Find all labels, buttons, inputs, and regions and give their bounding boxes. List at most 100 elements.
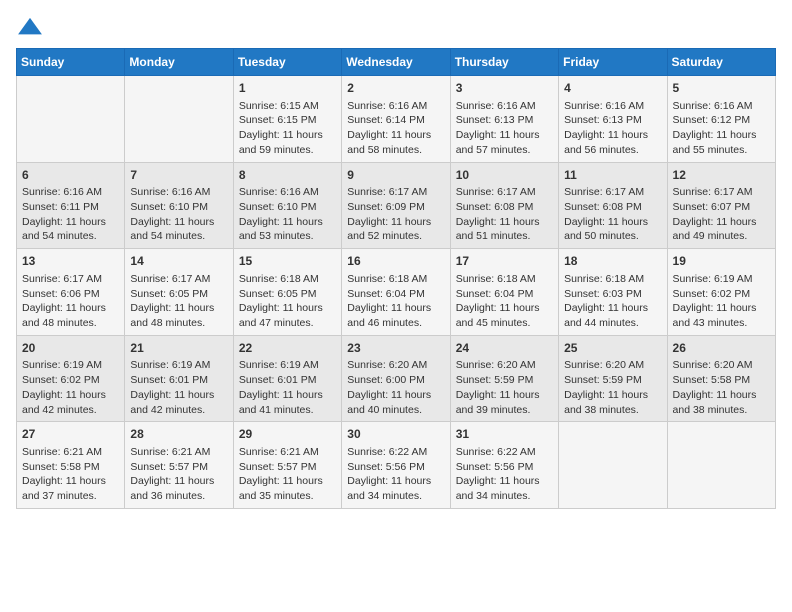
day-detail: Sunset: 5:58 PM bbox=[22, 460, 119, 475]
day-detail: Daylight: 11 hours and 58 minutes. bbox=[347, 128, 444, 157]
day-detail: Daylight: 11 hours and 36 minutes. bbox=[130, 474, 227, 503]
day-detail: Daylight: 11 hours and 54 minutes. bbox=[22, 215, 119, 244]
day-detail: Sunset: 6:08 PM bbox=[456, 200, 553, 215]
day-detail: Daylight: 11 hours and 34 minutes. bbox=[347, 474, 444, 503]
day-number: 3 bbox=[456, 80, 553, 97]
day-detail: Daylight: 11 hours and 42 minutes. bbox=[130, 388, 227, 417]
day-detail: Sunset: 6:12 PM bbox=[673, 113, 770, 128]
day-number: 27 bbox=[22, 426, 119, 443]
calendar-cell: 12Sunrise: 6:17 AMSunset: 6:07 PMDayligh… bbox=[667, 162, 775, 249]
day-of-week-header: Saturday bbox=[667, 49, 775, 76]
day-detail: Sunrise: 6:22 AM bbox=[456, 445, 553, 460]
calendar-cell: 17Sunrise: 6:18 AMSunset: 6:04 PMDayligh… bbox=[450, 249, 558, 336]
day-detail: Sunset: 6:05 PM bbox=[239, 287, 336, 302]
day-detail: Sunset: 5:57 PM bbox=[239, 460, 336, 475]
day-detail: Daylight: 11 hours and 55 minutes. bbox=[673, 128, 770, 157]
day-number: 11 bbox=[564, 167, 661, 184]
calendar-cell: 25Sunrise: 6:20 AMSunset: 5:59 PMDayligh… bbox=[559, 335, 667, 422]
day-detail: Sunrise: 6:20 AM bbox=[347, 358, 444, 373]
day-detail: Daylight: 11 hours and 50 minutes. bbox=[564, 215, 661, 244]
calendar-cell: 23Sunrise: 6:20 AMSunset: 6:00 PMDayligh… bbox=[342, 335, 450, 422]
day-detail: Sunrise: 6:18 AM bbox=[564, 272, 661, 287]
day-number: 12 bbox=[673, 167, 770, 184]
calendar-cell: 24Sunrise: 6:20 AMSunset: 5:59 PMDayligh… bbox=[450, 335, 558, 422]
day-detail: Sunset: 5:59 PM bbox=[456, 373, 553, 388]
day-detail: Sunrise: 6:19 AM bbox=[22, 358, 119, 373]
day-detail: Sunset: 6:06 PM bbox=[22, 287, 119, 302]
day-detail: Sunrise: 6:20 AM bbox=[456, 358, 553, 373]
calendar-cell: 13Sunrise: 6:17 AMSunset: 6:06 PMDayligh… bbox=[17, 249, 125, 336]
day-detail: Daylight: 11 hours and 39 minutes. bbox=[456, 388, 553, 417]
calendar-week-row: 27Sunrise: 6:21 AMSunset: 5:58 PMDayligh… bbox=[17, 422, 776, 509]
day-detail: Sunset: 6:01 PM bbox=[239, 373, 336, 388]
day-detail: Daylight: 11 hours and 43 minutes. bbox=[673, 301, 770, 330]
day-detail: Sunset: 6:00 PM bbox=[347, 373, 444, 388]
day-detail: Daylight: 11 hours and 35 minutes. bbox=[239, 474, 336, 503]
day-detail: Sunset: 6:10 PM bbox=[239, 200, 336, 215]
day-detail: Sunset: 6:14 PM bbox=[347, 113, 444, 128]
day-number: 4 bbox=[564, 80, 661, 97]
day-number: 22 bbox=[239, 340, 336, 357]
day-number: 9 bbox=[347, 167, 444, 184]
calendar-cell: 11Sunrise: 6:17 AMSunset: 6:08 PMDayligh… bbox=[559, 162, 667, 249]
day-detail: Sunset: 6:13 PM bbox=[456, 113, 553, 128]
calendar-header-row: SundayMondayTuesdayWednesdayThursdayFrid… bbox=[17, 49, 776, 76]
day-detail: Sunrise: 6:18 AM bbox=[239, 272, 336, 287]
day-detail: Sunset: 5:59 PM bbox=[564, 373, 661, 388]
day-detail: Sunset: 6:13 PM bbox=[564, 113, 661, 128]
day-detail: Sunrise: 6:20 AM bbox=[673, 358, 770, 373]
day-detail: Sunrise: 6:17 AM bbox=[673, 185, 770, 200]
day-detail: Sunrise: 6:16 AM bbox=[239, 185, 336, 200]
calendar-cell: 18Sunrise: 6:18 AMSunset: 6:03 PMDayligh… bbox=[559, 249, 667, 336]
calendar-cell: 20Sunrise: 6:19 AMSunset: 6:02 PMDayligh… bbox=[17, 335, 125, 422]
day-number: 8 bbox=[239, 167, 336, 184]
calendar-cell: 9Sunrise: 6:17 AMSunset: 6:09 PMDaylight… bbox=[342, 162, 450, 249]
day-detail: Sunrise: 6:17 AM bbox=[347, 185, 444, 200]
day-detail: Sunset: 6:15 PM bbox=[239, 113, 336, 128]
calendar-cell: 27Sunrise: 6:21 AMSunset: 5:58 PMDayligh… bbox=[17, 422, 125, 509]
day-number: 2 bbox=[347, 80, 444, 97]
day-number: 28 bbox=[130, 426, 227, 443]
day-detail: Sunrise: 6:16 AM bbox=[564, 99, 661, 114]
calendar-cell: 26Sunrise: 6:20 AMSunset: 5:58 PMDayligh… bbox=[667, 335, 775, 422]
day-detail: Daylight: 11 hours and 38 minutes. bbox=[673, 388, 770, 417]
calendar-cell: 28 Sunrise: 6:21 AMSunset: 5:57 PMDayligh… bbox=[125, 422, 233, 509]
day-detail: Daylight: 11 hours and 57 minutes. bbox=[456, 128, 553, 157]
calendar-cell bbox=[125, 76, 233, 163]
day-number: 10 bbox=[456, 167, 553, 184]
day-detail: Sunset: 5:56 PM bbox=[456, 460, 553, 475]
day-number: 17 bbox=[456, 253, 553, 270]
day-detail: Sunset: 5:57 PM bbox=[130, 460, 227, 475]
logo-icon bbox=[16, 16, 44, 38]
day-detail: Sunrise: 6:16 AM bbox=[456, 99, 553, 114]
day-detail: Sunrise: 6:19 AM bbox=[673, 272, 770, 287]
day-number: 31 bbox=[456, 426, 553, 443]
day-number: 19 bbox=[673, 253, 770, 270]
day-detail: Daylight: 11 hours and 41 minutes. bbox=[239, 388, 336, 417]
day-detail: Sunset: 6:09 PM bbox=[347, 200, 444, 215]
day-detail: Sunrise: 6:21 AM bbox=[239, 445, 336, 460]
calendar-cell: 10Sunrise: 6:17 AMSunset: 6:08 PMDayligh… bbox=[450, 162, 558, 249]
day-detail: Sunset: 6:04 PM bbox=[347, 287, 444, 302]
day-number: 16 bbox=[347, 253, 444, 270]
day-detail: Sunrise: 6:16 AM bbox=[130, 185, 227, 200]
calendar-cell: 8Sunrise: 6:16 AMSunset: 6:10 PMDaylight… bbox=[233, 162, 341, 249]
logo bbox=[16, 16, 48, 38]
day-of-week-header: Monday bbox=[125, 49, 233, 76]
calendar-cell: 29Sunrise: 6:21 AMSunset: 5:57 PMDayligh… bbox=[233, 422, 341, 509]
day-detail: Daylight: 11 hours and 46 minutes. bbox=[347, 301, 444, 330]
day-detail: Sunset: 6:04 PM bbox=[456, 287, 553, 302]
calendar-cell: 3 Sunrise: 6:16 AMSunset: 6:13 PMDaylight… bbox=[450, 76, 558, 163]
day-of-week-header: Wednesday bbox=[342, 49, 450, 76]
day-detail: Sunrise: 6:21 AM bbox=[22, 445, 119, 460]
day-number: 6 bbox=[22, 167, 119, 184]
day-detail: Daylight: 11 hours and 48 minutes. bbox=[22, 301, 119, 330]
calendar-cell: 19Sunrise: 6:19 AMSunset: 6:02 PMDayligh… bbox=[667, 249, 775, 336]
day-number: 25 bbox=[564, 340, 661, 357]
calendar-week-row: 20Sunrise: 6:19 AMSunset: 6:02 PMDayligh… bbox=[17, 335, 776, 422]
day-detail: Sunset: 6:03 PM bbox=[564, 287, 661, 302]
calendar-table: SundayMondayTuesdayWednesdayThursdayFrid… bbox=[16, 48, 776, 509]
day-detail: Sunrise: 6:21 AM bbox=[130, 445, 227, 460]
day-detail: Daylight: 11 hours and 38 minutes. bbox=[564, 388, 661, 417]
day-detail: Daylight: 11 hours and 54 minutes. bbox=[130, 215, 227, 244]
